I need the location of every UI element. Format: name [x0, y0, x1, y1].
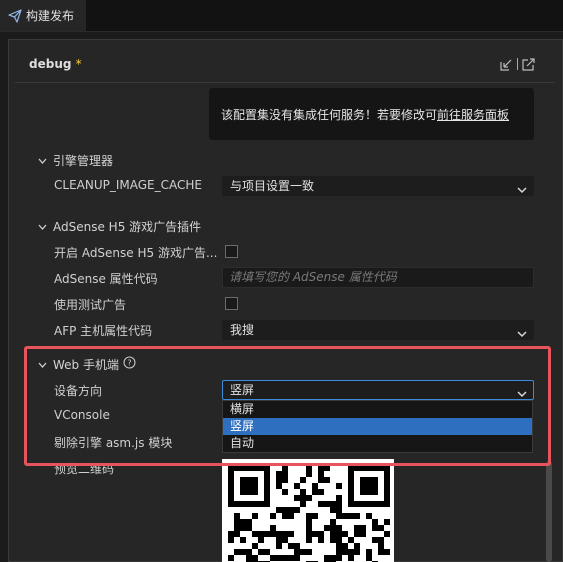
chevron-down-icon: [38, 219, 48, 233]
chevron-down-icon: [38, 153, 48, 167]
orientation-select[interactable]: 竖屏: [222, 380, 534, 400]
orientation-dropdown: 横屏 竖屏 自动: [222, 400, 533, 453]
afp-label: AFP 主机属性代码: [54, 324, 153, 338]
adsense-enable-checkbox[interactable]: [225, 245, 238, 258]
panel-scrollbar[interactable]: [546, 461, 552, 562]
import-icon[interactable]: [500, 58, 513, 71]
section-adsense[interactable]: AdSense H5 游戏广告插件: [38, 218, 201, 234]
afp-select[interactable]: 我搜: [222, 320, 534, 340]
header-divider: [15, 82, 555, 83]
profile-tools: [500, 56, 535, 72]
profile-name: debug *: [29, 57, 82, 71]
help-icon[interactable]: ?: [123, 356, 136, 372]
service-notice: 该配置集没有集成任何服务！若要修改可 前往服务面板: [209, 88, 534, 140]
qrcode-label: 预览二维码: [54, 462, 115, 476]
notice-text: 该配置集没有集成任何服务！若要修改可: [221, 107, 438, 122]
section-engine-manager[interactable]: 引擎管理器: [38, 152, 113, 168]
orientation-option[interactable]: 横屏: [223, 401, 532, 418]
adsense-enable-label: 开启 AdSense H5 游戏广告...: [54, 246, 218, 260]
vconsole-label: VConsole: [54, 408, 110, 422]
section-title: Web 手机端: [53, 357, 119, 372]
chevron-down-icon: [517, 325, 527, 343]
tab-bar: 构建发布: [0, 0, 563, 32]
tab-label: 构建发布: [26, 9, 75, 23]
chevron-down-icon: [517, 181, 527, 199]
tab-build-publish[interactable]: 构建发布: [0, 0, 86, 31]
select-value: 我搜: [230, 323, 255, 337]
chevron-down-icon: [38, 357, 48, 371]
section-title: AdSense H5 游戏广告插件: [53, 219, 202, 234]
select-value: 竖屏: [230, 383, 255, 397]
orientation-label: 设备方向: [54, 384, 103, 398]
orientation-option[interactable]: 自动: [223, 435, 532, 452]
remove-asmjs-label: 剔除引擎 asm.js 模块: [54, 436, 173, 450]
export-icon[interactable]: [522, 57, 535, 71]
modified-mark: *: [75, 57, 82, 71]
send-icon: [8, 8, 22, 23]
profile-name-label: debug: [29, 57, 72, 71]
tools-separator: [517, 58, 518, 70]
select-value: 与项目设置一致: [230, 179, 315, 193]
section-title: 引擎管理器: [53, 153, 114, 168]
test-ads-label: 使用测试广告: [54, 298, 127, 312]
adsense-property-label: AdSense 属性代码: [54, 272, 158, 286]
svg-text:?: ?: [127, 359, 131, 368]
preview-qrcode: [222, 459, 394, 562]
cleanup-image-cache-select[interactable]: 与项目设置一致: [222, 176, 534, 196]
cleanup-image-cache-label: CLEANUP_IMAGE_CACHE: [54, 178, 202, 192]
service-panel-link[interactable]: 前往服务面板: [437, 106, 509, 123]
section-web-mobile[interactable]: Web 手机端 ?: [38, 356, 136, 372]
test-ads-checkbox[interactable]: [225, 297, 238, 310]
adsense-property-input[interactable]: 请填写您的 AdSense 属性代码: [222, 267, 534, 288]
orientation-option[interactable]: 竖屏: [223, 418, 532, 435]
